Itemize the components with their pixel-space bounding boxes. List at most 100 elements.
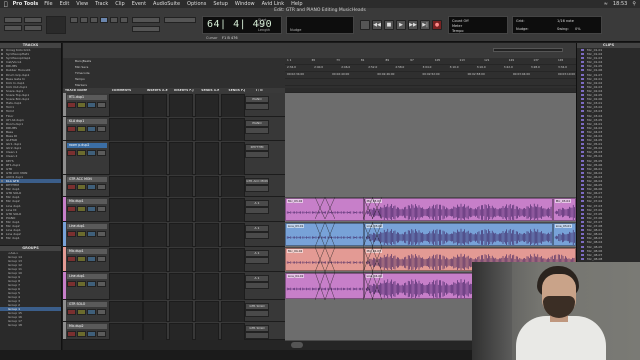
track-view-button[interactable] [97, 150, 106, 156]
record-enable-button[interactable] [67, 231, 76, 237]
track-lane[interactable] [285, 93, 576, 118]
insert-send-slot[interactable] [169, 176, 193, 198]
track-row[interactable]: KLA dup1 PIANO [63, 117, 285, 142]
mute-button[interactable] [87, 184, 96, 190]
output-selector[interactable] [245, 103, 269, 110]
insert-send-slot[interactable] [109, 94, 143, 118]
track-row[interactable]: Mic.dup2 GTR SOLO [63, 322, 285, 341]
insert-send-slot[interactable] [109, 198, 143, 223]
audio-clip[interactable]: Line_03-02 [363, 223, 553, 246]
insert-send-slot[interactable] [195, 176, 219, 198]
audio-clip[interactable]: Line_03-01 [552, 223, 576, 246]
track-visible-icon[interactable] [1, 73, 3, 76]
track-visible-icon[interactable] [1, 204, 3, 207]
track-visible-icon[interactable] [1, 155, 3, 158]
mute-button[interactable] [87, 256, 96, 262]
insert-send-slot[interactable] [143, 323, 167, 341]
insert-send-slot[interactable] [169, 273, 193, 301]
output-selector[interactable] [245, 282, 269, 289]
wifi-icon[interactable]: ≈ [604, 1, 608, 7]
track-visible-icon[interactable] [1, 81, 3, 84]
zoomer-tool[interactable] [70, 17, 78, 23]
pencil-tool[interactable] [120, 17, 128, 23]
insert-send-slot[interactable] [221, 176, 245, 198]
solo-button[interactable] [77, 231, 86, 237]
crossfade-marker[interactable] [315, 197, 325, 219]
mute-button[interactable] [87, 102, 96, 108]
io-selector[interactable]: A 1 [245, 200, 269, 207]
insert-send-slot[interactable] [143, 248, 167, 273]
crossfade-marker[interactable] [372, 222, 382, 247]
crossfade-marker[interactable] [315, 247, 325, 272]
timeline-rulers[interactable]: 1 1 65 73 81 89 97 105 113 121 129 137 145 2:34.0 2:… [285, 58, 576, 93]
insert-send-slot[interactable] [195, 223, 219, 248]
track-row[interactable]: RT1.dup1 PIANO [63, 93, 285, 118]
zoom-presets[interactable] [46, 16, 66, 34]
track-view-button[interactable] [97, 102, 106, 108]
record-enable-button[interactable] [67, 102, 76, 108]
menu-avid-link[interactable]: Avid Link [262, 1, 284, 7]
online-button[interactable] [360, 20, 370, 30]
track-visible-icon[interactable] [1, 53, 3, 56]
track-view-button[interactable] [97, 309, 106, 315]
minsecs-ruler[interactable]: 2:34.0 2:40.0 2:46.0 2:52.0 2:58.0 3:04.0 3:10… [285, 65, 576, 72]
insert-send-slot[interactable] [109, 176, 143, 198]
track-visible-icon[interactable] [1, 163, 3, 166]
slip-mode-button[interactable] [24, 17, 42, 23]
spot-mode-button[interactable] [4, 25, 22, 31]
track-visible-icon[interactable] [1, 61, 3, 64]
track-visible-icon[interactable] [1, 171, 3, 174]
insert-send-slot[interactable] [169, 323, 193, 341]
track-visible-icon[interactable] [1, 208, 3, 211]
track-visible-icon[interactable] [1, 225, 3, 228]
track-visible-icon[interactable] [1, 69, 3, 72]
grid-value[interactable]: 1/16 note [557, 19, 574, 23]
track-row[interactable]: Line.dup1 A 1 [63, 222, 285, 248]
insert-send-slot[interactable] [221, 301, 245, 323]
solo-button[interactable] [77, 206, 86, 212]
track-visible-icon[interactable] [1, 212, 3, 215]
track-visible-icon[interactable] [1, 110, 3, 113]
track-visible-icon[interactable] [1, 126, 3, 129]
insert-send-slot[interactable] [195, 94, 219, 118]
io-selector[interactable]: RHYTHM [245, 144, 269, 151]
insert-send-slot[interactable] [195, 273, 219, 301]
audio-clip[interactable]: Mic_03-03 [363, 198, 553, 221]
track-lane[interactable] [285, 141, 576, 176]
insert-send-slot[interactable] [195, 301, 219, 323]
insert-send-slot[interactable] [195, 198, 219, 223]
insert-send-slot[interactable] [169, 301, 193, 323]
record-enable-button[interactable] [67, 150, 76, 156]
track-view-button[interactable] [97, 126, 106, 132]
track-name[interactable]: Line.dup1 [67, 224, 107, 229]
crossfade-marker[interactable] [315, 222, 325, 247]
insert-send-slot[interactable] [143, 223, 167, 248]
menu-clip[interactable]: Clip [115, 1, 124, 7]
insert-send-slot[interactable] [169, 248, 193, 273]
track-view-button[interactable] [97, 206, 106, 212]
output-selector[interactable] [245, 232, 269, 239]
output-selector[interactable] [245, 185, 269, 192]
mute-button[interactable] [87, 331, 96, 337]
track-visible-icon[interactable] [1, 122, 3, 125]
mute-button[interactable] [87, 150, 96, 156]
insert-send-slot[interactable] [143, 176, 167, 198]
track-view-button[interactable] [97, 184, 106, 190]
track-name[interactable]: GTR SOLO [67, 302, 107, 307]
mute-button[interactable] [87, 126, 96, 132]
output-selector[interactable] [245, 151, 269, 158]
track-visible-icon[interactable] [1, 98, 3, 101]
selection-counter[interactable]: Nudge [286, 16, 354, 34]
track-visible-icon[interactable] [1, 175, 3, 178]
output-selector[interactable] [245, 310, 269, 317]
track-row[interactable]: GTR SOLO GTR SOLO [63, 300, 285, 323]
io-selector[interactable]: GTR SOLO [245, 325, 269, 332]
track-visible-icon[interactable] [1, 200, 3, 203]
crossfade-marker[interactable] [372, 272, 382, 300]
track-visible-icon[interactable] [1, 151, 3, 154]
io-selector[interactable]: A 1 [245, 250, 269, 257]
markers-ruler[interactable] [285, 86, 576, 93]
insert-send-slot[interactable] [169, 223, 193, 248]
track-view-button[interactable] [97, 256, 106, 262]
mute-button[interactable] [87, 281, 96, 287]
